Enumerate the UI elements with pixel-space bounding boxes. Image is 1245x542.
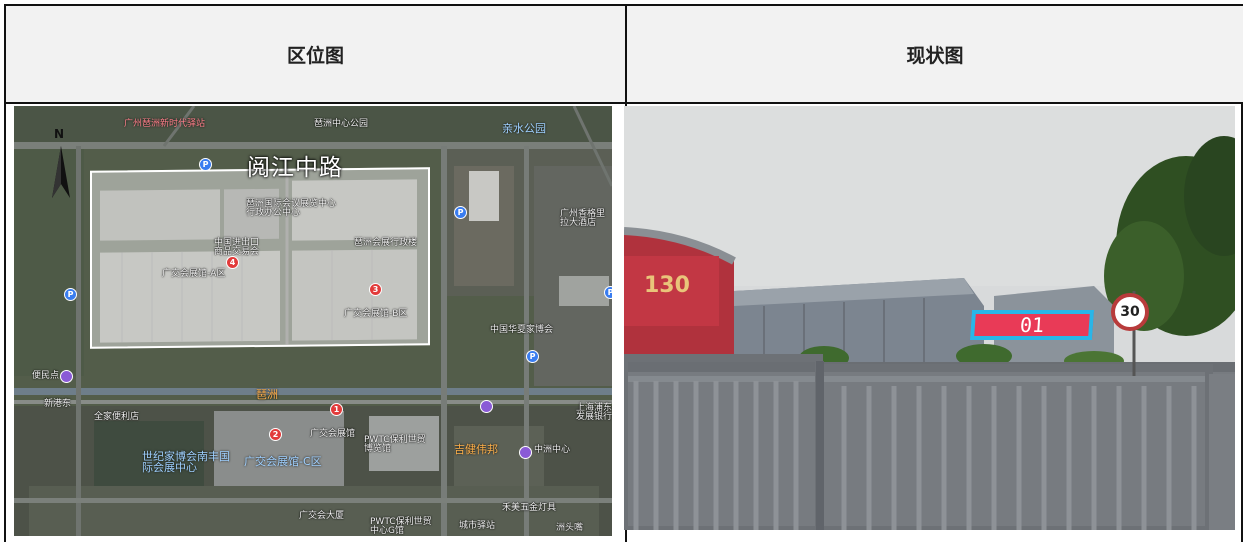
map-pin-4: 4	[226, 256, 239, 269]
map-pin-2: 2	[269, 428, 282, 441]
poi-pazhou-station: 琶洲	[256, 388, 278, 401]
speed-limit-sign: 30	[1111, 293, 1149, 331]
shop-icon	[519, 446, 532, 459]
poi-pwtc-g: PWTC保利世贸中心G馆	[370, 517, 432, 536]
north-arrow-icon	[52, 146, 70, 198]
road-label: 阅江中路	[247, 155, 343, 181]
poi-xinshidai: 广州琶洲新时代驿站	[124, 119, 206, 129]
map-pin-1: 1	[330, 403, 343, 416]
poi-a-hall: 广交会展馆-A区	[162, 269, 226, 279]
poi-chengshi: 城市驿站	[459, 521, 496, 531]
poi-shanghai-bank: 上海浦东发展银行	[576, 403, 612, 422]
poi-yongfu: 禾美五金灯具	[502, 503, 557, 513]
poi-xingang: 新港东	[44, 399, 72, 409]
project-site-outline	[90, 167, 430, 349]
poi-jijian: 吉健伟邦	[454, 443, 498, 456]
poi-qinshui-park: 亲水公园	[502, 122, 546, 135]
north-letter: N	[54, 127, 65, 141]
shop-icon	[480, 400, 493, 413]
shop-icon	[60, 370, 73, 383]
site-number-plate: 01	[969, 310, 1095, 340]
exhibition-halls	[100, 170, 417, 345]
poi-hotel: 广州香格里拉大酒店	[560, 209, 606, 228]
poi-exhibit-hall: 广交会展馆	[310, 429, 356, 439]
poi-hangzheng: 琶洲会展行政楼	[354, 238, 418, 248]
poi-b-hall: 广交会展馆-B区	[344, 309, 408, 319]
parking-icon: P	[64, 288, 77, 301]
parking-icon: P	[199, 158, 212, 171]
poi-bianmin: 便民点	[32, 371, 60, 381]
parking-icon: P	[526, 350, 539, 363]
poi-daojiao: 广交会大厦	[299, 511, 345, 521]
poi-jiafa: 全家便利店	[94, 412, 140, 422]
poi-c-hall: 广交会展馆-C区	[244, 455, 322, 468]
status-photo-header: 现状图	[627, 6, 1243, 102]
status-photo: 130 01 30	[624, 106, 1235, 530]
poi-jinchukou: 中国进出口商品交易会	[214, 238, 260, 257]
poi-zhongzhou: 中洲中心	[534, 445, 571, 455]
parking-icon: P	[604, 286, 612, 299]
location-map-header: 区位图	[6, 6, 625, 102]
poi-shiji: 世纪家博会南丰国际会展中心	[142, 450, 230, 474]
poi-huaxia: 中国华夏家博会	[490, 325, 554, 335]
poi-pwtc: PWTC保利世贸博览馆	[364, 435, 426, 454]
parking-icon: P	[454, 206, 467, 219]
poi-zhongxin-park: 琶洲中心公园	[314, 119, 369, 129]
location-map: 阅江中路 N 广州琶洲新时代驿站 琶洲中心公园 亲水公园 琶洲国际会议展览中心行…	[14, 106, 612, 536]
map-pin-3: 3	[369, 283, 382, 296]
poi-zhaohang: 洲头嘴	[556, 523, 584, 533]
poi-huizhan-center: 琶洲国际会议展览中心行政办公中心	[246, 199, 337, 218]
